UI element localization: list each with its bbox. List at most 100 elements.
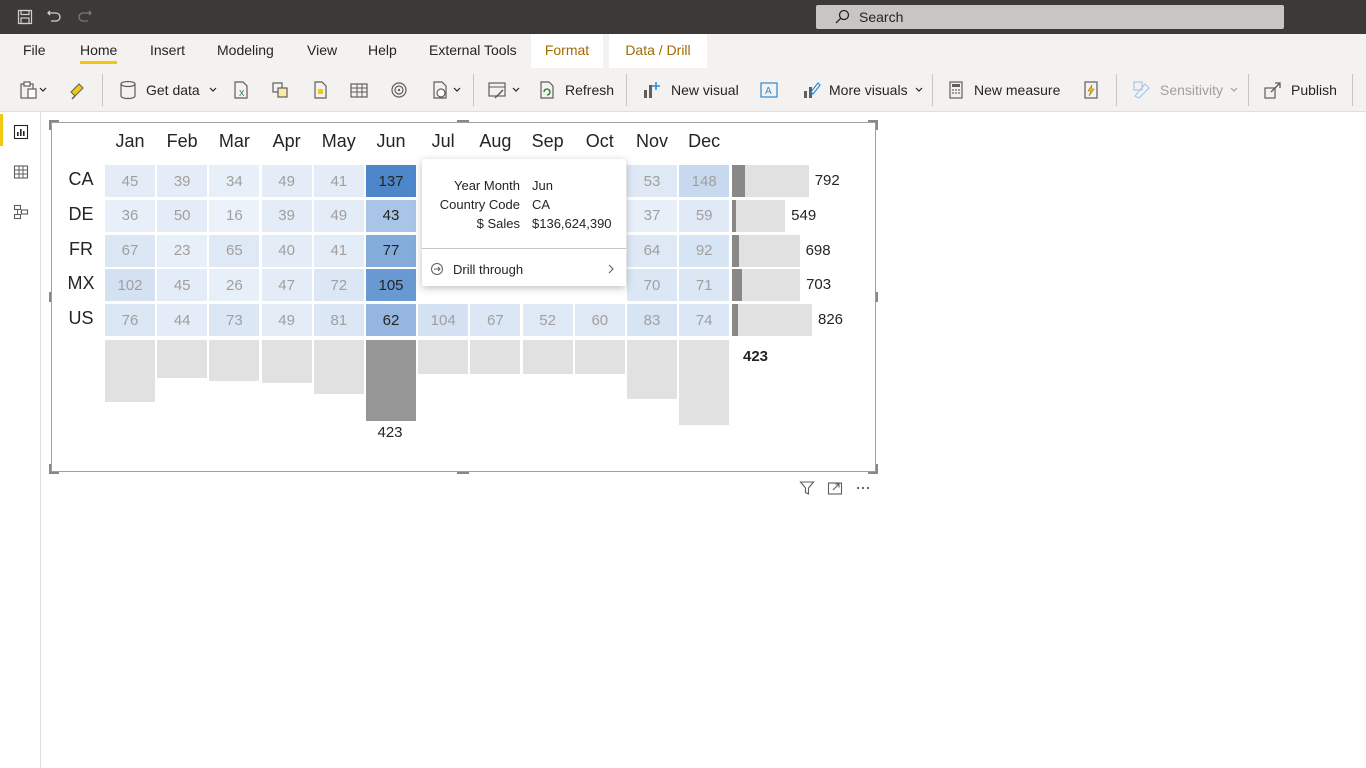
model-view-icon[interactable]	[8, 199, 34, 225]
paste-button[interactable]	[18, 78, 48, 102]
resize-handle[interactable]	[49, 120, 51, 130]
row-total-bar	[732, 304, 812, 337]
tab-data-drill[interactable]: Data / Drill	[609, 34, 707, 68]
get-data-button[interactable]: Get data	[118, 78, 218, 102]
month-total-bar	[679, 340, 730, 425]
tab-view[interactable]: View	[297, 34, 347, 68]
recent-sources-button[interactable]	[389, 78, 409, 102]
heatmap-cell[interactable]: 40	[261, 234, 312, 267]
heatmap-cell[interactable]: 137	[366, 165, 416, 197]
heatmap-cell[interactable]: 36	[105, 199, 155, 232]
quick-measure-button[interactable]	[1081, 78, 1101, 102]
heatmap-cell[interactable]: 34	[209, 165, 260, 197]
heatmap-cell[interactable]: 67	[470, 304, 521, 337]
new-measure-button[interactable]: New measure	[946, 78, 1060, 102]
heatmap-cell[interactable]: 83	[627, 304, 677, 337]
tab-insert[interactable]: Insert	[140, 34, 195, 68]
heatmap-cell[interactable]: 102	[105, 269, 155, 302]
data-view-icon[interactable]	[8, 159, 34, 185]
heatmap-cell[interactable]: 26	[209, 269, 260, 302]
heatmap-cell[interactable]: 76	[105, 304, 155, 337]
heatmap-cell[interactable]: 73	[209, 304, 260, 337]
tab-external-tools[interactable]: External Tools	[419, 34, 527, 68]
tooltip-key-country-code: Country Code	[439, 197, 520, 212]
resize-handle[interactable]	[457, 472, 469, 474]
tab-format[interactable]: Format	[531, 34, 603, 68]
heatmap-cell[interactable]: 64	[627, 234, 677, 267]
table-icon	[350, 83, 368, 98]
heatmap-cell[interactable]: 104	[418, 304, 469, 337]
sensitivity-button[interactable]: Sensitivity	[1132, 78, 1239, 102]
resize-handle[interactable]	[49, 292, 51, 302]
more-visuals-button[interactable]: More visuals	[801, 78, 924, 102]
heatmap-cell[interactable]: 45	[157, 269, 208, 302]
drill-through-button[interactable]: Drill through	[422, 255, 626, 283]
heatmap-cell[interactable]: 39	[157, 165, 208, 197]
heatmap-cell[interactable]: 72	[313, 269, 364, 302]
heatmap-cell[interactable]: 39	[261, 199, 312, 232]
heatmap-cell[interactable]: 70	[627, 269, 677, 302]
save-icon[interactable]	[16, 8, 34, 26]
filter-icon[interactable]	[798, 479, 816, 497]
ribbon-separator	[473, 74, 474, 106]
ribbon-separator	[1352, 74, 1353, 106]
search-input[interactable]: Search	[816, 5, 1284, 29]
heatmap-cell[interactable]: 45	[105, 165, 155, 197]
format-painter-button[interactable]	[67, 78, 87, 102]
focus-mode-icon[interactable]	[826, 479, 844, 497]
heatmap-cell[interactable]: 37	[627, 199, 677, 232]
resize-handle[interactable]	[876, 120, 878, 130]
heatmap-cell[interactable]: 77	[366, 234, 416, 267]
row-total-highlight	[732, 269, 743, 302]
heatmap-cell[interactable]: 65	[209, 234, 260, 267]
tab-help[interactable]: Help	[358, 34, 407, 68]
resize-handle[interactable]	[876, 464, 878, 474]
publish-button[interactable]: Publish	[1263, 78, 1337, 102]
tab-file[interactable]: File	[13, 34, 56, 68]
text-box-button[interactable]: A	[759, 78, 779, 102]
heatmap-cell[interactable]: 62	[366, 304, 416, 337]
heatmap-cell[interactable]: 43	[366, 199, 416, 232]
heatmap-cell[interactable]: 59	[679, 199, 730, 232]
heatmap-cell[interactable]: 23	[157, 234, 208, 267]
new-visual-button[interactable]: New visual	[641, 78, 739, 102]
tab-modeling[interactable]: Modeling	[207, 34, 284, 68]
heatmap-cell[interactable]: 60	[574, 304, 625, 337]
heatmap-cell[interactable]: 81	[313, 304, 364, 337]
dataverse-button[interactable]	[310, 78, 330, 102]
heatmap-cell[interactable]: 49	[313, 199, 364, 232]
row-total-label: 698	[805, 241, 831, 259]
heatmap-cell[interactable]: 16	[209, 199, 260, 232]
heatmap-cell[interactable]: 41	[313, 234, 364, 267]
tab-home[interactable]: Home	[70, 34, 127, 68]
heatmap-cell[interactable]: 49	[261, 165, 312, 197]
heatmap-cell[interactable]: 92	[679, 234, 730, 267]
heatmap-cell[interactable]: 49	[261, 304, 312, 337]
resize-handle[interactable]	[49, 464, 51, 474]
heatmap-cell[interactable]: 50	[157, 199, 208, 232]
heatmap-cell[interactable]: 148	[679, 165, 730, 197]
excel-button[interactable]: X	[231, 78, 251, 102]
heatmap-cell[interactable]: 105	[366, 269, 416, 302]
resize-handle[interactable]	[457, 120, 469, 122]
excel-icon: X	[234, 81, 248, 99]
redo-icon[interactable]	[76, 8, 94, 26]
enter-data-button[interactable]	[349, 78, 369, 102]
heatmap-cell[interactable]: 74	[679, 304, 730, 337]
resize-handle[interactable]	[876, 292, 878, 302]
more-options-icon[interactable]	[854, 479, 872, 497]
transform-data-button[interactable]	[487, 78, 521, 102]
report-view-icon[interactable]	[8, 119, 34, 145]
heatmap-cell[interactable]: 52	[522, 304, 573, 337]
month-total-bar	[105, 340, 155, 403]
heatmap-cell[interactable]: 71	[679, 269, 730, 302]
heatmap-cell[interactable]: 41	[313, 165, 364, 197]
dataset-button[interactable]	[270, 78, 290, 102]
refresh-schedule-button[interactable]	[430, 78, 462, 102]
heatmap-cell[interactable]: 47	[261, 269, 312, 302]
undo-icon[interactable]	[45, 8, 63, 26]
heatmap-cell[interactable]: 44	[157, 304, 208, 337]
refresh-button[interactable]: Refresh	[537, 78, 614, 102]
heatmap-cell[interactable]: 53	[627, 165, 677, 197]
heatmap-cell[interactable]: 67	[105, 234, 155, 267]
